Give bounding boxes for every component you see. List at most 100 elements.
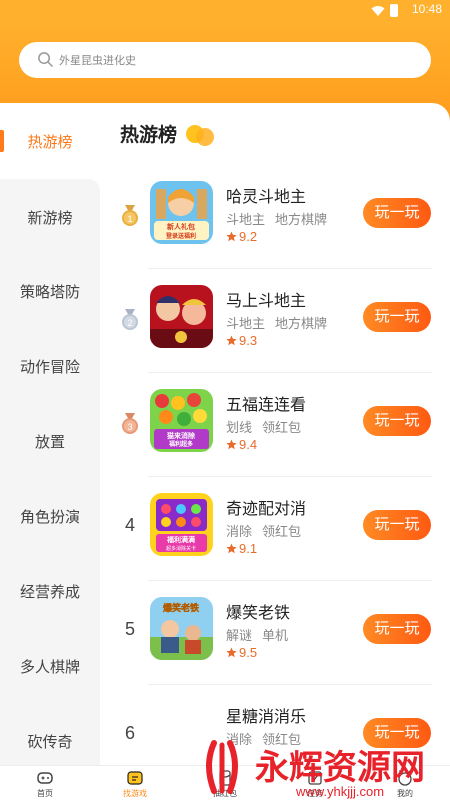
silver-medal-icon: 2 — [122, 309, 138, 330]
game-icon[interactable] — [150, 285, 213, 348]
game-row[interactable]: 1 新人礼包 登录送福利 哈灵斗地主 斗地主 地方棋牌 9.2 玩一玩 — [100, 165, 450, 269]
game-rating: 9.3 — [226, 333, 257, 348]
play-button[interactable]: 玩一玩 — [363, 614, 431, 644]
sidebar-item-simulation[interactable]: 经营养成 — [0, 553, 100, 629]
find-game-icon — [127, 771, 143, 785]
game-tags: 划线 领红包 — [226, 417, 301, 436]
wifi-icon — [371, 5, 385, 16]
sidebar-item-label: 砍传奇 — [27, 733, 73, 751]
rating-value: 9.4 — [239, 437, 258, 452]
sidebar-item-label: 经营养成 — [19, 583, 80, 601]
search-bar[interactable]: 外星昆虫进化史 — [19, 42, 431, 78]
sidebar-item-hot[interactable]: 热游榜 — [0, 103, 100, 179]
star-icon — [226, 439, 237, 450]
svg-text:超多消除关卡: 超多消除关卡 — [166, 545, 196, 552]
game-icon[interactable]: 猫来消除 福利超多 — [150, 389, 213, 452]
game-name: 马上斗地主 — [226, 293, 307, 310]
rank-number: 5 — [124, 619, 135, 639]
search-icon — [38, 52, 53, 67]
game-tag: 解谜 — [226, 628, 253, 643]
svg-text:3: 3 — [127, 422, 132, 432]
play-button[interactable]: 玩一玩 — [363, 510, 431, 540]
sidebar-item-label: 策略塔防 — [19, 283, 80, 301]
game-name: 爆笑老铁 — [226, 605, 291, 622]
game-icon[interactable]: 爆笑老铁 — [150, 597, 213, 660]
title-decoration-icon — [186, 125, 214, 146]
sidebar-item-rpg[interactable]: 角色扮演 — [0, 478, 100, 554]
star-icon — [226, 543, 237, 554]
game-tag: 单机 — [262, 628, 289, 643]
game-tags: 斗地主 地方棋牌 — [226, 209, 327, 228]
tab-label: 首页 — [37, 789, 53, 798]
game-row[interactable]: 5 爆笑老铁 爆笑老铁 解谜 单机 9.5 玩一玩 — [100, 581, 450, 685]
status-bar: 10:48 — [0, 0, 450, 20]
game-rating: 9.2 — [226, 229, 257, 244]
sidebar-item-label: 多人棋牌 — [19, 658, 80, 676]
game-name: 星糖消消乐 — [226, 709, 307, 726]
sidebar-item-strategy[interactable]: 策略塔防 — [0, 253, 100, 329]
sidebar-item-action[interactable]: 动作冒险 — [0, 328, 100, 404]
sidebar-item-label: 角色扮演 — [19, 508, 80, 526]
game-tag: 划线 — [226, 420, 253, 435]
section-title: 热游榜 — [120, 125, 178, 146]
game-tag: 领红包 — [262, 420, 302, 435]
svg-text:爆笑老铁: 爆笑老铁 — [163, 602, 199, 613]
search-input[interactable]: 外星昆虫进化史 — [59, 52, 136, 68]
game-rating: 9.4 — [226, 437, 257, 452]
rating-value: 9.5 — [239, 645, 258, 660]
svg-text:福利超多: 福利超多 — [168, 440, 193, 448]
game-icon[interactable]: 新人礼包 登录送福利 — [150, 181, 213, 244]
tab-label: 找游戏 — [123, 789, 147, 798]
svg-text:猫来消除: 猫来消除 — [167, 431, 196, 440]
sidebar-item-label: 新游榜 — [27, 209, 73, 227]
tab-home[interactable]: 首页 — [10, 766, 80, 800]
status-icons — [371, 4, 398, 17]
sidebar-item-label: 动作冒险 — [19, 358, 80, 376]
sidebar-item-idle[interactable]: 放置 — [0, 403, 100, 479]
svg-text:新人礼包: 新人礼包 — [167, 222, 195, 231]
game-list: 热游榜 1 新人礼包 登录送福利 哈灵斗地主 斗地主 地方棋牌 9.2 玩一玩 … — [100, 103, 450, 765]
game-tag: 地方棋牌 — [275, 316, 328, 331]
game-tags: 消除 领红包 — [226, 521, 301, 540]
game-tag: 领红包 — [262, 524, 302, 539]
play-button[interactable]: 玩一玩 — [363, 302, 431, 332]
game-row[interactable]: 2 马上斗地主 斗地主 地方棋牌 9.3 玩一玩 — [100, 269, 450, 373]
gold-medal-icon: 1 — [122, 205, 138, 226]
game-tag: 消除 — [226, 524, 253, 539]
game-tag: 斗地主 — [226, 212, 266, 227]
rating-value: 9.2 — [239, 229, 258, 244]
star-icon — [226, 647, 237, 658]
sidebar-item-label: 放置 — [34, 433, 65, 451]
gamepad-icon — [37, 772, 53, 784]
star-icon — [226, 335, 237, 346]
game-rating: 9.1 — [226, 541, 257, 556]
bronze-medal-icon: 3 — [122, 413, 138, 434]
active-indicator — [0, 130, 4, 152]
play-button[interactable]: 玩一玩 — [363, 406, 431, 436]
sidebar-item-label: 热游榜 — [27, 133, 73, 151]
play-button[interactable]: 玩一玩 — [363, 198, 431, 228]
svg-text:永辉资源网: 永辉资源网 — [255, 748, 425, 788]
game-name: 五福连连看 — [226, 397, 307, 414]
battery-icon — [390, 4, 398, 17]
sidebar-item-new[interactable]: 新游榜 — [0, 179, 100, 255]
star-icon — [226, 231, 237, 242]
game-tags: 解谜 单机 — [226, 625, 288, 644]
game-row[interactable]: 3 猫来消除 福利超多 五福连连看 划线 领红包 9.4 玩一玩 — [100, 373, 450, 477]
game-icon[interactable]: 福利满满 超多消除关卡 — [150, 493, 213, 556]
rating-value: 9.1 — [239, 541, 258, 556]
sidebar-item-board[interactable]: 多人棋牌 — [0, 628, 100, 704]
svg-text:1: 1 — [127, 214, 132, 224]
rank-number: 6 — [124, 723, 135, 743]
game-tag: 斗地主 — [226, 316, 266, 331]
game-rating: 9.5 — [226, 645, 257, 660]
tab-find-game[interactable]: 找游戏 — [100, 766, 170, 800]
svg-text:www.yhkjjj.com: www.yhkjjj.com — [295, 784, 384, 799]
rank-number: 4 — [124, 515, 135, 535]
status-time: 10:48 — [411, 2, 442, 16]
svg-text:福利满满: 福利满满 — [166, 535, 195, 544]
game-row[interactable]: 4 福利满满 超多消除关卡 奇迹配对消 消除 领红包 9.1 玩一玩 — [100, 477, 450, 581]
game-name: 奇迹配对消 — [226, 501, 307, 518]
svg-text:2: 2 — [127, 318, 132, 328]
svg-text:登录送福利: 登录送福利 — [165, 232, 196, 240]
